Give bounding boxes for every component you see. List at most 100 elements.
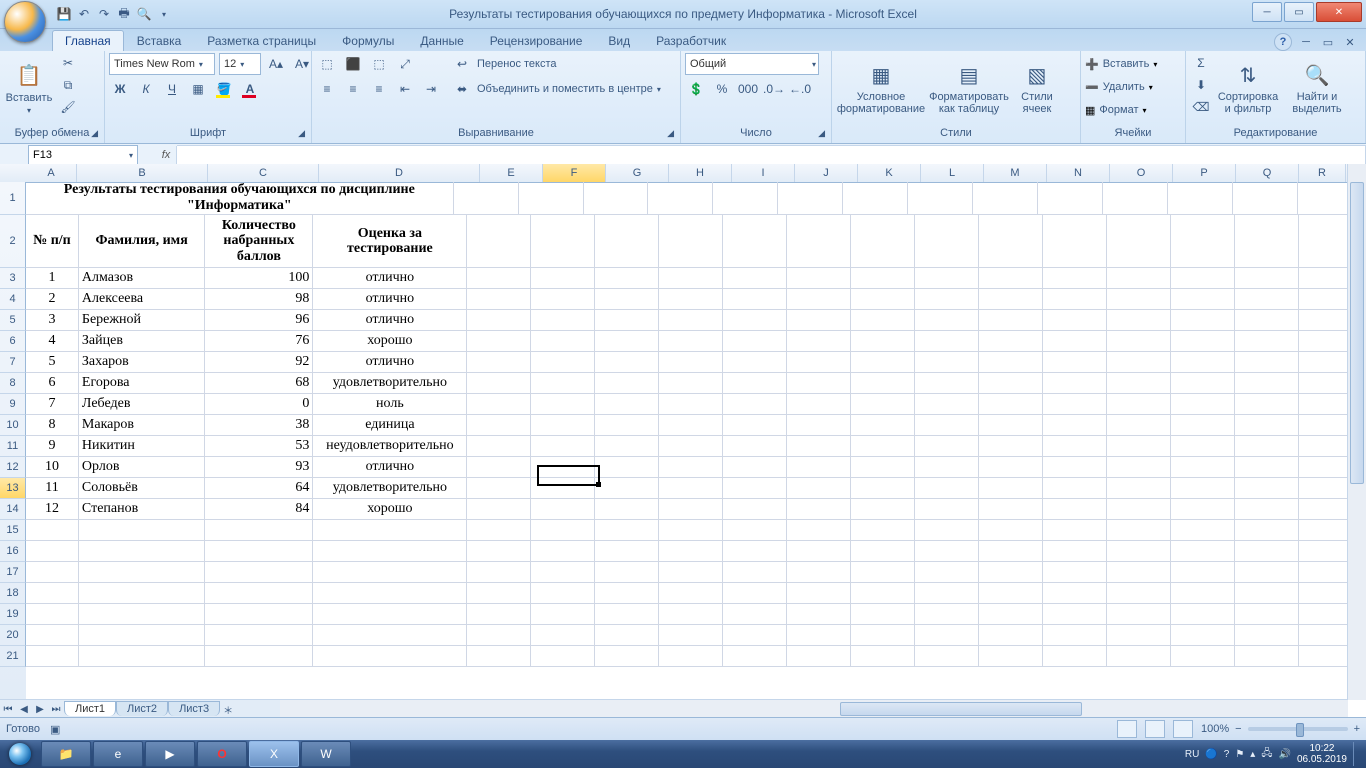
tab-insert[interactable]: Вставка [124, 30, 195, 51]
cell[interactable] [531, 478, 595, 498]
cell[interactable] [659, 499, 723, 519]
cell[interactable] [313, 520, 467, 540]
clipboard-launcher-icon[interactable]: ◢ [91, 128, 98, 139]
cell[interactable]: Фамилия, имя [79, 215, 205, 267]
cell[interactable] [1107, 583, 1171, 603]
cell[interactable]: 6 [26, 373, 79, 393]
align-top-icon[interactable]: ⬚ [316, 54, 338, 74]
cell[interactable] [1299, 499, 1348, 519]
cell[interactable] [1299, 289, 1348, 309]
row-header-7[interactable]: 7 [0, 352, 26, 373]
cell[interactable] [979, 289, 1043, 309]
cell[interactable] [915, 478, 979, 498]
cell[interactable] [659, 478, 723, 498]
col-header-F[interactable]: F [543, 164, 606, 182]
cell[interactable] [1043, 215, 1107, 267]
row-header-13[interactable]: 13 [0, 478, 26, 499]
cell[interactable] [915, 373, 979, 393]
cell[interactable] [1107, 436, 1171, 456]
col-header-G[interactable]: G [606, 164, 669, 182]
cell[interactable] [979, 520, 1043, 540]
cell[interactable] [1171, 520, 1235, 540]
cell[interactable]: отлично [313, 457, 467, 477]
doc-close-icon[interactable]: ✕ [1342, 34, 1358, 50]
page-break-view-icon[interactable] [1173, 720, 1193, 738]
col-header-N[interactable]: N [1047, 164, 1110, 182]
cell[interactable] [659, 310, 723, 330]
cell[interactable] [595, 331, 659, 351]
cell[interactable] [1043, 373, 1107, 393]
cell[interactable] [915, 331, 979, 351]
cell[interactable] [979, 478, 1043, 498]
cell[interactable] [851, 415, 915, 435]
cell[interactable] [1038, 182, 1103, 214]
cell[interactable] [26, 541, 79, 561]
col-header-O[interactable]: O [1110, 164, 1173, 182]
cell[interactable] [787, 268, 851, 288]
cell[interactable]: неудовлетворительно [313, 436, 467, 456]
cell[interactable] [531, 604, 595, 624]
cell[interactable] [659, 604, 723, 624]
cell[interactable]: Макаров [79, 415, 205, 435]
cell[interactable]: 4 [26, 331, 79, 351]
cell[interactable] [454, 182, 519, 214]
cell[interactable] [467, 604, 531, 624]
cell[interactable] [1107, 541, 1171, 561]
cell[interactable] [1235, 646, 1299, 666]
cell[interactable] [313, 625, 467, 645]
underline-button[interactable]: Ч [161, 79, 183, 99]
align-bottom-icon[interactable]: ⬚ [368, 54, 390, 74]
row-header-3[interactable]: 3 [0, 268, 26, 289]
cell[interactable] [467, 310, 531, 330]
cell[interactable] [723, 289, 787, 309]
cell[interactable] [723, 373, 787, 393]
cell[interactable] [851, 646, 915, 666]
row-header-19[interactable]: 19 [0, 604, 26, 625]
zoom-level[interactable]: 100% [1201, 723, 1229, 735]
qat-print-icon[interactable]: 🖶 [116, 6, 132, 22]
row-header-2[interactable]: 2 [0, 215, 26, 268]
cell[interactable] [1043, 457, 1107, 477]
cell[interactable] [1043, 289, 1107, 309]
cell[interactable] [787, 520, 851, 540]
cell[interactable] [979, 215, 1043, 267]
cell[interactable] [851, 373, 915, 393]
number-launcher-icon[interactable]: ◢ [818, 128, 825, 139]
sort-filter-button[interactable]: ⇅Сортировка и фильтр [1215, 53, 1281, 123]
cell[interactable] [531, 415, 595, 435]
cell[interactable]: 92 [205, 352, 313, 372]
cell[interactable] [787, 215, 851, 267]
cell[interactable] [313, 604, 467, 624]
cell[interactable] [659, 646, 723, 666]
cell[interactable] [1107, 352, 1171, 372]
cell[interactable] [787, 499, 851, 519]
cell[interactable]: 2 [26, 289, 79, 309]
cell[interactable] [979, 310, 1043, 330]
cell[interactable] [979, 604, 1043, 624]
cell[interactable] [467, 373, 531, 393]
cell[interactable] [851, 478, 915, 498]
cell[interactable] [1107, 625, 1171, 645]
tab-view[interactable]: Вид [595, 30, 643, 51]
cell[interactable] [531, 436, 595, 456]
taskbar-media-icon[interactable]: ▶ [145, 741, 195, 767]
cell[interactable] [531, 457, 595, 477]
row-header-9[interactable]: 9 [0, 394, 26, 415]
copy-icon[interactable]: ⧉ [57, 75, 79, 95]
cell[interactable] [659, 520, 723, 540]
cell[interactable] [79, 583, 205, 603]
cell[interactable] [1107, 331, 1171, 351]
cell[interactable] [467, 415, 531, 435]
cell[interactable] [1043, 583, 1107, 603]
cell[interactable] [1043, 604, 1107, 624]
cell[interactable]: 7 [26, 394, 79, 414]
cell[interactable] [313, 583, 467, 603]
cell[interactable] [1171, 478, 1235, 498]
cell[interactable] [595, 268, 659, 288]
increase-decimal-icon[interactable]: .0→ [763, 79, 785, 99]
cell[interactable] [1171, 415, 1235, 435]
sheet-nav-next-icon[interactable]: ▶ [32, 701, 48, 717]
cell[interactable] [531, 215, 595, 267]
row-headers[interactable]: 123456789101112131415161718192021 [0, 182, 26, 700]
cell[interactable] [467, 562, 531, 582]
